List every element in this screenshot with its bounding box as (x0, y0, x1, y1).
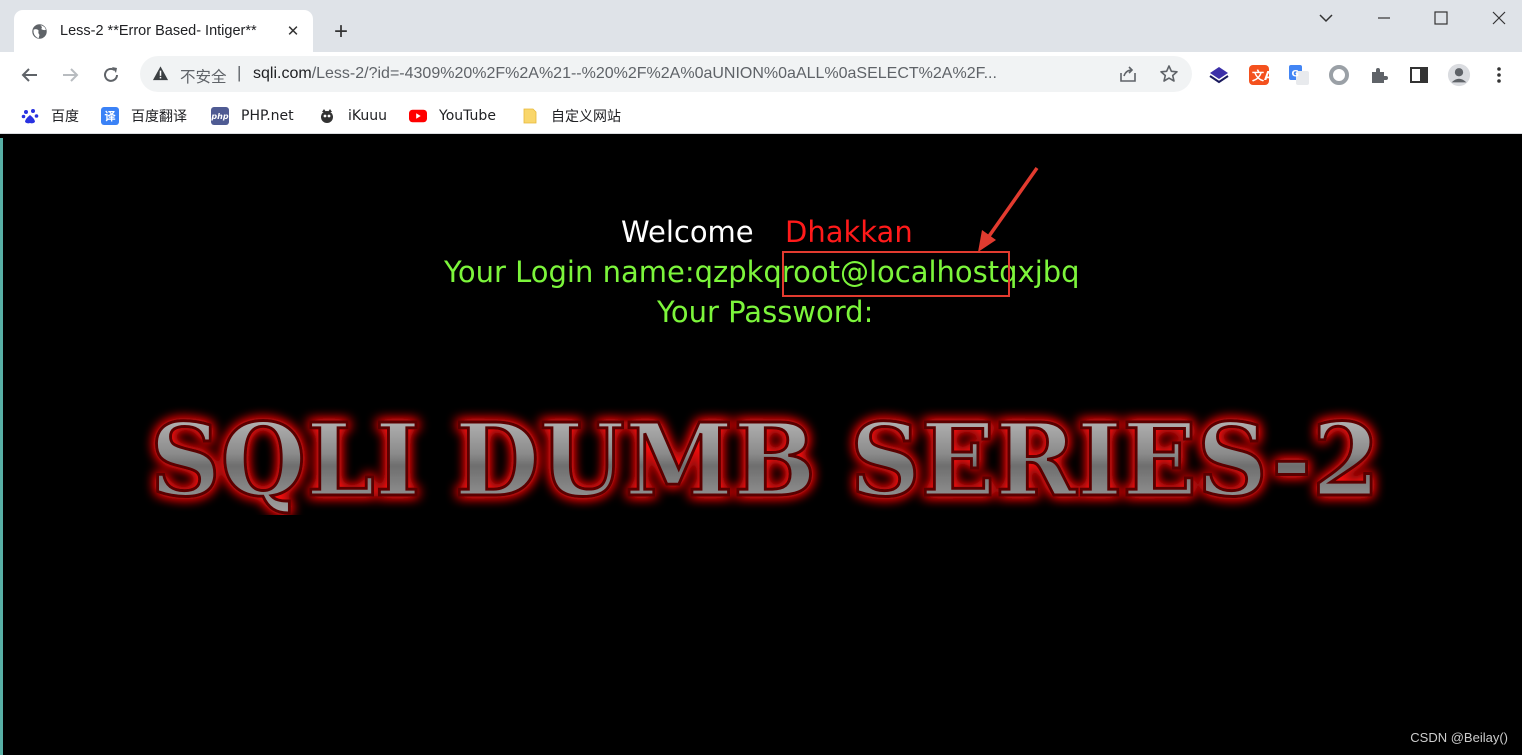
menu-kebab-icon[interactable] (1487, 63, 1511, 87)
baidu-icon (21, 107, 39, 125)
youtube-icon (409, 107, 427, 125)
sqli-dumb-series-banner: SQLI DUMB SERIES-2 (149, 405, 1382, 515)
share-icon[interactable] (1118, 64, 1138, 84)
welcome-text: Welcome (621, 215, 754, 249)
svg-text:文A: 文A (1252, 68, 1270, 83)
forward-button[interactable] (55, 60, 85, 90)
google-translate-icon[interactable]: G (1287, 63, 1311, 87)
warning-icon[interactable] (152, 65, 170, 83)
tab-strip: Less-2 **Error Based- Intiger** ✕ + (0, 0, 1522, 52)
bookmark-label: 百度 (51, 109, 79, 125)
minimize-button[interactable] (1355, 0, 1413, 36)
user-name-text: Dhakkan (785, 215, 913, 249)
bookmarks-bar: 百度 译 百度翻译 php PHP.net iKuuu YouTube 自定义网… (0, 98, 1522, 134)
banner-text: SQLI DUMB SERIES-2 (150, 405, 1380, 515)
address-bar[interactable]: 不安全 | sqli.com/Less-2/?id=-4309%20%2F%2A… (140, 56, 1192, 92)
svg-text:G: G (1292, 70, 1299, 80)
maximize-button[interactable] (1412, 0, 1470, 36)
security-label[interactable]: 不安全 (180, 65, 227, 87)
annotation-arrow-icon (978, 166, 1039, 252)
tab-search-icon[interactable] (1297, 0, 1355, 36)
watermark: CSDN @Beilay() (1410, 730, 1508, 745)
back-button[interactable] (15, 60, 45, 90)
browser-toolbar: 不安全 | sqli.com/Less-2/?id=-4309%20%2F%2A… (0, 52, 1522, 98)
bookmark-label: 百度翻译 (131, 109, 187, 125)
url-host: sqli.com (253, 65, 312, 82)
side-panel-icon[interactable] (1407, 63, 1431, 87)
tab-title: Less-2 **Error Based- Intiger** (60, 23, 257, 39)
bookmark-folder-custom[interactable]: 自定义网站 (521, 106, 621, 126)
url-text[interactable]: sqli.com/Less-2/?id=-4309%20%2F%2A%21--%… (253, 65, 1103, 83)
bookmark-youtube[interactable]: YouTube (409, 106, 496, 126)
bookmark-label: PHP.net (241, 108, 294, 124)
layers-extension-icon[interactable] (1207, 63, 1231, 87)
php-icon: php (211, 107, 229, 125)
close-window-button[interactable] (1470, 0, 1522, 36)
bookmark-php-net[interactable]: php PHP.net (211, 106, 294, 126)
folder-icon (521, 107, 539, 125)
bookmark-baidu-translate[interactable]: 译 百度翻译 (101, 106, 187, 126)
bookmark-label: YouTube (439, 108, 496, 124)
url-separator: | (237, 63, 242, 82)
bookmark-ikuuu[interactable]: iKuuu (318, 106, 387, 126)
new-tab-button[interactable]: + (328, 18, 354, 45)
translate-extension-icon[interactable]: 文A (1247, 63, 1271, 87)
tab-close-icon[interactable]: ✕ (283, 21, 303, 41)
bookmark-label: 自定义网站 (551, 109, 621, 125)
globe-icon (30, 22, 48, 40)
profile-avatar-icon[interactable] (1447, 63, 1471, 87)
extensions-puzzle-icon[interactable] (1367, 63, 1391, 87)
url-path: /Less-2/?id=-4309%20%2F%2A%21--%20%2F%2A… (311, 65, 997, 82)
tab-active[interactable]: Less-2 **Error Based- Intiger** ✕ (14, 10, 313, 52)
reload-button[interactable] (96, 60, 126, 90)
ikuuu-icon (318, 107, 336, 125)
circle-extension-icon[interactable] (1327, 63, 1351, 87)
translate-icon: 译 (101, 107, 119, 125)
bookmark-star-icon[interactable] (1159, 64, 1179, 84)
password-line: Your Password: (657, 295, 874, 329)
bookmark-baidu[interactable]: 百度 (21, 106, 79, 126)
bookmark-label: iKuuu (348, 108, 387, 124)
